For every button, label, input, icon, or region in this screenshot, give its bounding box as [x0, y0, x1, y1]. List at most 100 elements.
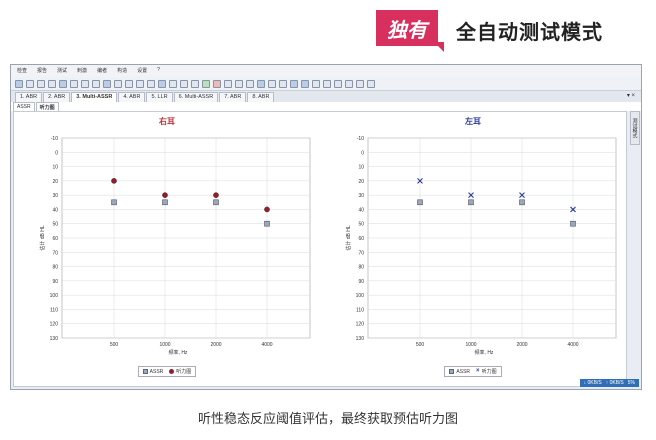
x-tick-label: 500: [110, 342, 119, 348]
x-axis-label: 频率, Hz: [475, 349, 494, 356]
assr-point: [570, 220, 576, 227]
y-tick-label: 50: [52, 222, 58, 228]
tool-icon[interactable]: [136, 79, 144, 88]
x-tick-label: 4000: [567, 342, 578, 348]
y-tick-label: 0: [55, 150, 58, 156]
assr-point: [519, 199, 525, 206]
play-icon[interactable]: [202, 79, 210, 88]
audiogram-point: [264, 206, 270, 213]
audiogram-area: 右耳 -10 0 10 20 30 40 50 60 70 80 90 100 110 120 130 500…: [13, 111, 627, 387]
print-icon[interactable]: [268, 79, 276, 88]
tool-icon[interactable]: [356, 79, 364, 88]
assr-point: [162, 199, 168, 206]
tab-6-multi-assr[interactable]: 6. Multi-ASSR: [173, 92, 219, 102]
x-tick-label: 2000: [516, 342, 527, 348]
y-tick-label: 70: [358, 250, 364, 256]
chart-title-left-ear: 左耳: [465, 117, 481, 126]
menu-item-structure[interactable]: 构造: [117, 67, 127, 77]
tab-4-abr[interactable]: 4. ABR: [118, 92, 146, 102]
tool-icon[interactable]: [48, 79, 56, 88]
x-marker-icon: ×: [476, 368, 480, 374]
legend-label: ASSR: [456, 368, 471, 375]
y-tick-label: 100: [50, 293, 59, 299]
tool-icon[interactable]: [169, 79, 177, 88]
stop-icon[interactable]: [235, 79, 243, 88]
tool-icon[interactable]: [59, 79, 67, 88]
y-tick-label: 10: [358, 165, 364, 171]
assr-point: [111, 199, 117, 206]
tool-icon[interactable]: [125, 79, 133, 88]
tool-icon[interactable]: [81, 79, 89, 88]
tool-icon[interactable]: [367, 79, 375, 88]
y-tick-label: 40: [358, 207, 364, 213]
menu-bar: 检查 报告 测试 刺激 编者 构造 设置 ?: [11, 65, 641, 77]
assr-point: [417, 199, 423, 206]
tab-7-abr[interactable]: 7. ABR: [219, 92, 247, 102]
menu-item-check[interactable]: 检查: [17, 67, 27, 77]
left-ear-panel: 左耳 -10 0 10 20 30 40 50 60 70 80 90 100 110 120 130 500…: [322, 112, 624, 386]
tool-icon[interactable]: [191, 79, 199, 88]
tool-icon[interactable]: [334, 79, 342, 88]
y-tick-label: 60: [358, 236, 364, 242]
menu-item-report[interactable]: 报告: [37, 67, 47, 77]
tool-icon[interactable]: [345, 79, 353, 88]
tool-icon[interactable]: [312, 79, 320, 88]
subtab-assr[interactable]: ASSR: [13, 102, 35, 111]
circle-marker-icon: [169, 369, 175, 374]
menu-item-test[interactable]: 测试: [57, 67, 67, 77]
arrow-left-icon[interactable]: [290, 79, 298, 88]
caption: 听性稳态反应阈值评估，最终获取预估听力图: [197, 411, 458, 426]
y-tick-label: 90: [358, 279, 364, 285]
legend-label: 听力图: [481, 369, 497, 375]
square-marker-icon: [142, 369, 148, 374]
toolbar: [11, 77, 641, 91]
tool-icon[interactable]: [15, 79, 23, 88]
menu-item-editor[interactable]: 编者: [97, 67, 107, 77]
tool-icon[interactable]: [26, 79, 34, 88]
y-tick-label: 110: [356, 307, 364, 313]
subtab-strip: ASSR 听力图: [11, 102, 641, 111]
y-tick-label: 40: [52, 207, 58, 213]
tab-1-abr[interactable]: 1. ABR: [15, 92, 43, 102]
tool-icon[interactable]: [114, 79, 122, 88]
y-tick-label: 130: [356, 336, 365, 342]
pause-icon[interactable]: [224, 79, 232, 88]
menu-item-help[interactable]: ?: [157, 67, 160, 77]
tool-icon[interactable]: [70, 79, 78, 88]
menu-item-stimulus[interactable]: 刺激: [77, 67, 87, 77]
tool-icon[interactable]: [246, 79, 254, 88]
x-tick-label: 1000: [465, 342, 476, 348]
tool-icon[interactable]: [147, 79, 155, 88]
y-tick-label: 120: [50, 322, 59, 328]
tool-icon[interactable]: [92, 79, 100, 88]
y-tick-label: 130: [50, 336, 59, 342]
tool-icon[interactable]: [180, 79, 188, 88]
exclusive-badge: 独有: [376, 10, 438, 46]
tool-icon[interactable]: [103, 79, 111, 88]
x-axis-label: 频率, Hz: [169, 349, 188, 356]
side-panel-tab[interactable]: 测试模式: [630, 111, 640, 145]
menu-item-settings[interactable]: 设置: [137, 67, 147, 77]
tab-8-abr[interactable]: 8. ABR: [247, 92, 275, 102]
right-ear-panel: 右耳 -10 0 10 20 30 40 50 60 70 80 90 100 110 120 130 500…: [16, 112, 318, 386]
y-tick-label: 10: [52, 165, 58, 171]
legend: ASSR 听力图: [16, 366, 318, 377]
banner-title: 全自动测试模式: [456, 22, 603, 44]
tab-3-multi-assr[interactable]: 3. Multi-ASSR: [71, 92, 118, 102]
arrow-right-icon[interactable]: [301, 79, 309, 88]
tool-icon[interactable]: [279, 79, 287, 88]
y-tick-label: 20: [52, 179, 58, 185]
save-icon[interactable]: [158, 79, 166, 88]
x-tick-label: 4000: [261, 342, 272, 348]
subtab-audiogram[interactable]: 听力图: [35, 102, 59, 111]
tool-icon[interactable]: [37, 79, 45, 88]
tab-2-abr[interactable]: 2. ABR: [43, 92, 71, 102]
tool-icon[interactable]: [323, 79, 331, 88]
window-controls[interactable]: ▾ ×: [627, 92, 635, 99]
record-icon[interactable]: [213, 79, 221, 88]
legend-label: ASSR: [149, 368, 164, 375]
y-tick-label: 80: [358, 265, 364, 271]
tool-icon[interactable]: [257, 79, 265, 88]
tab-5-llr[interactable]: 5. LLR: [146, 92, 173, 102]
x-tick-label: 1000: [159, 342, 170, 348]
